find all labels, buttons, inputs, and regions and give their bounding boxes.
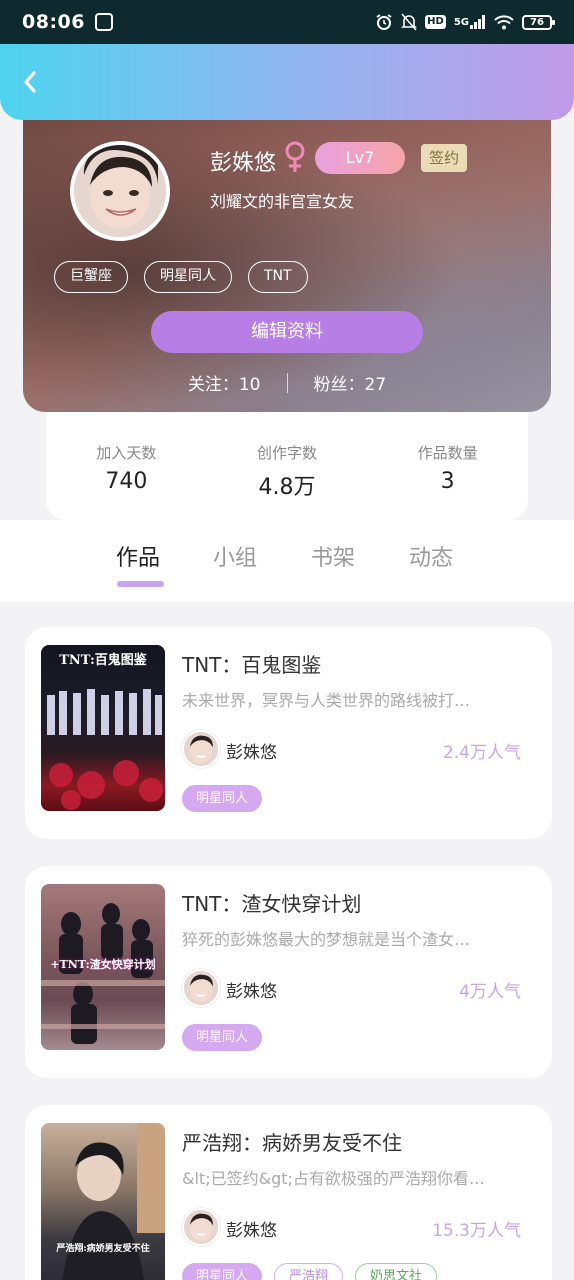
following-count: 10 <box>238 375 261 395</box>
back-arrow-icon <box>24 71 36 93</box>
stat-label: 创作字数 <box>256 444 317 462</box>
network-type: 5G <box>453 16 469 28</box>
fans-link[interactable]: 粉丝：27 <box>314 370 387 395</box>
work-tags: 明星同人 <box>182 1024 263 1051</box>
cover-text: +TNT:渣女快穿计划 <box>50 958 156 971</box>
female-icon <box>283 140 307 178</box>
level-badge: Lv7 <box>315 142 405 174</box>
edit-profile-button[interactable]: 编辑资料 <box>151 311 423 353</box>
work-cover[interactable]: 严浩翔:病娇男友受不住 <box>41 1123 165 1280</box>
profile-tag[interactable]: TNT <box>248 261 308 293</box>
stat-join-days: 加入天数 740 <box>56 442 196 520</box>
battery-icon: 76 <box>522 14 555 30</box>
stat-label: 作品数量 <box>417 444 478 462</box>
work-tag[interactable]: 奶思文社 <box>355 1263 438 1280</box>
stat-value: 740 <box>105 469 148 494</box>
stats-card: 加入天数 740 创作字数 4.8万 作品数量 3 <box>46 412 528 520</box>
author-avatar <box>182 730 220 768</box>
divider <box>286 372 288 393</box>
app-notification-icon <box>94 13 113 31</box>
author-name: 彭姝悠 <box>226 743 277 763</box>
profile-tag[interactable]: 明星同人 <box>144 261 232 293</box>
cover-text: TNT:百鬼图鉴 <box>59 653 147 668</box>
work-tag[interactable]: 明星同人 <box>182 785 263 812</box>
tab-works[interactable]: 作品 <box>116 540 160 572</box>
work-title[interactable]: TNT：百鬼图鉴 <box>182 649 321 678</box>
work-card[interactable]: TNT:百鬼图鉴 TNT：百鬼图鉴 未来世界，冥界与人类世界的路线被打… 彭姝悠… <box>25 627 552 839</box>
stat-value: 3 <box>440 469 455 494</box>
profile-bio: 刘耀文的非官宣女友 <box>210 192 355 211</box>
work-tags: 明星同人 <box>182 785 263 812</box>
profile-card: 彭姝悠 Lv7 签约 刘耀文的非官宣女友 巨蟹座 明星同人 TNT 编辑资料 关… <box>23 100 551 412</box>
tab-bookshelf[interactable]: 书架 <box>311 540 355 572</box>
work-tags: 明星同人 严浩翔 奶思文社 <box>182 1263 438 1280</box>
tab-activity[interactable]: 动态 <box>409 540 453 572</box>
work-title[interactable]: 严浩翔：病娇男友受不住 <box>182 1127 402 1156</box>
following-label: 关注： <box>187 375 239 395</box>
signed-badge: 签约 <box>421 144 468 172</box>
work-description: &lt;已签约&gt;占有欲极强的严浩翔你看… <box>182 1169 485 1188</box>
back-button[interactable] <box>14 66 46 98</box>
popularity: 15.3万人气 <box>432 1221 521 1241</box>
status-time: 08:06 <box>22 11 85 33</box>
tab-groups[interactable]: 小组 <box>213 540 257 572</box>
author-name: 彭姝悠 <box>226 1221 277 1241</box>
work-title[interactable]: TNT：渣女快穿计划 <box>182 888 361 917</box>
mute-bell-icon <box>401 13 418 31</box>
work-tag[interactable]: 明星同人 <box>182 1024 263 1051</box>
follow-stats: 关注：10 粉丝：27 <box>23 370 551 395</box>
tab-bar: 作品 小组 书架 动态 <box>0 520 574 602</box>
active-tab-indicator <box>117 581 164 587</box>
hd-icon: HD <box>425 15 446 29</box>
status-bar: 08:06 HD 5G 76 <box>0 0 574 44</box>
author-name: 彭姝悠 <box>226 982 277 1002</box>
work-description: 猝死的彭姝悠最大的梦想就是当个渣女… <box>182 930 471 949</box>
stat-word-count: 创作字数 4.8万 <box>217 442 357 520</box>
following-link[interactable]: 关注：10 <box>188 370 261 395</box>
stat-works-count: 作品数量 3 <box>378 442 518 520</box>
cover-text: 严浩翔:病娇男友受不住 <box>56 1244 150 1254</box>
profile-tag[interactable]: 巨蟹座 <box>54 261 128 293</box>
popularity: 4万人气 <box>459 982 521 1002</box>
status-icons: HD 5G 76 <box>375 13 555 31</box>
work-description: 未来世界，冥界与人类世界的路线被打… <box>182 691 471 710</box>
work-tag[interactable]: 严浩翔 <box>274 1263 344 1280</box>
work-cover[interactable]: +TNT:渣女快穿计划 <box>41 884 165 1050</box>
author-avatar <box>182 1208 220 1246</box>
alarm-icon <box>375 13 393 31</box>
stat-value: 4.8万 <box>258 475 316 500</box>
popularity: 2.4万人气 <box>442 743 521 763</box>
profile-tags: 巨蟹座 明星同人 TNT <box>54 261 308 293</box>
work-cover[interactable]: TNT:百鬼图鉴 <box>41 645 165 811</box>
work-card[interactable]: 严浩翔:病娇男友受不住 严浩翔：病娇男友受不住 &lt;已签约&gt;占有欲极强… <box>25 1105 552 1280</box>
work-card[interactable]: +TNT:渣女快穿计划 TNT：渣女快穿计划 猝死的彭姝悠最大的梦想就是当个渣女… <box>25 866 552 1078</box>
stat-label: 加入天数 <box>96 444 157 462</box>
fans-count: 27 <box>364 375 387 395</box>
signal-icon: 5G <box>454 15 486 29</box>
fans-label: 粉丝： <box>313 375 365 395</box>
avatar[interactable] <box>70 141 170 241</box>
author-avatar <box>182 969 220 1007</box>
profile-name: 彭姝悠 <box>210 151 277 176</box>
header-bar <box>0 44 574 120</box>
work-tag[interactable]: 明星同人 <box>182 1263 263 1280</box>
wifi-icon <box>494 14 514 30</box>
